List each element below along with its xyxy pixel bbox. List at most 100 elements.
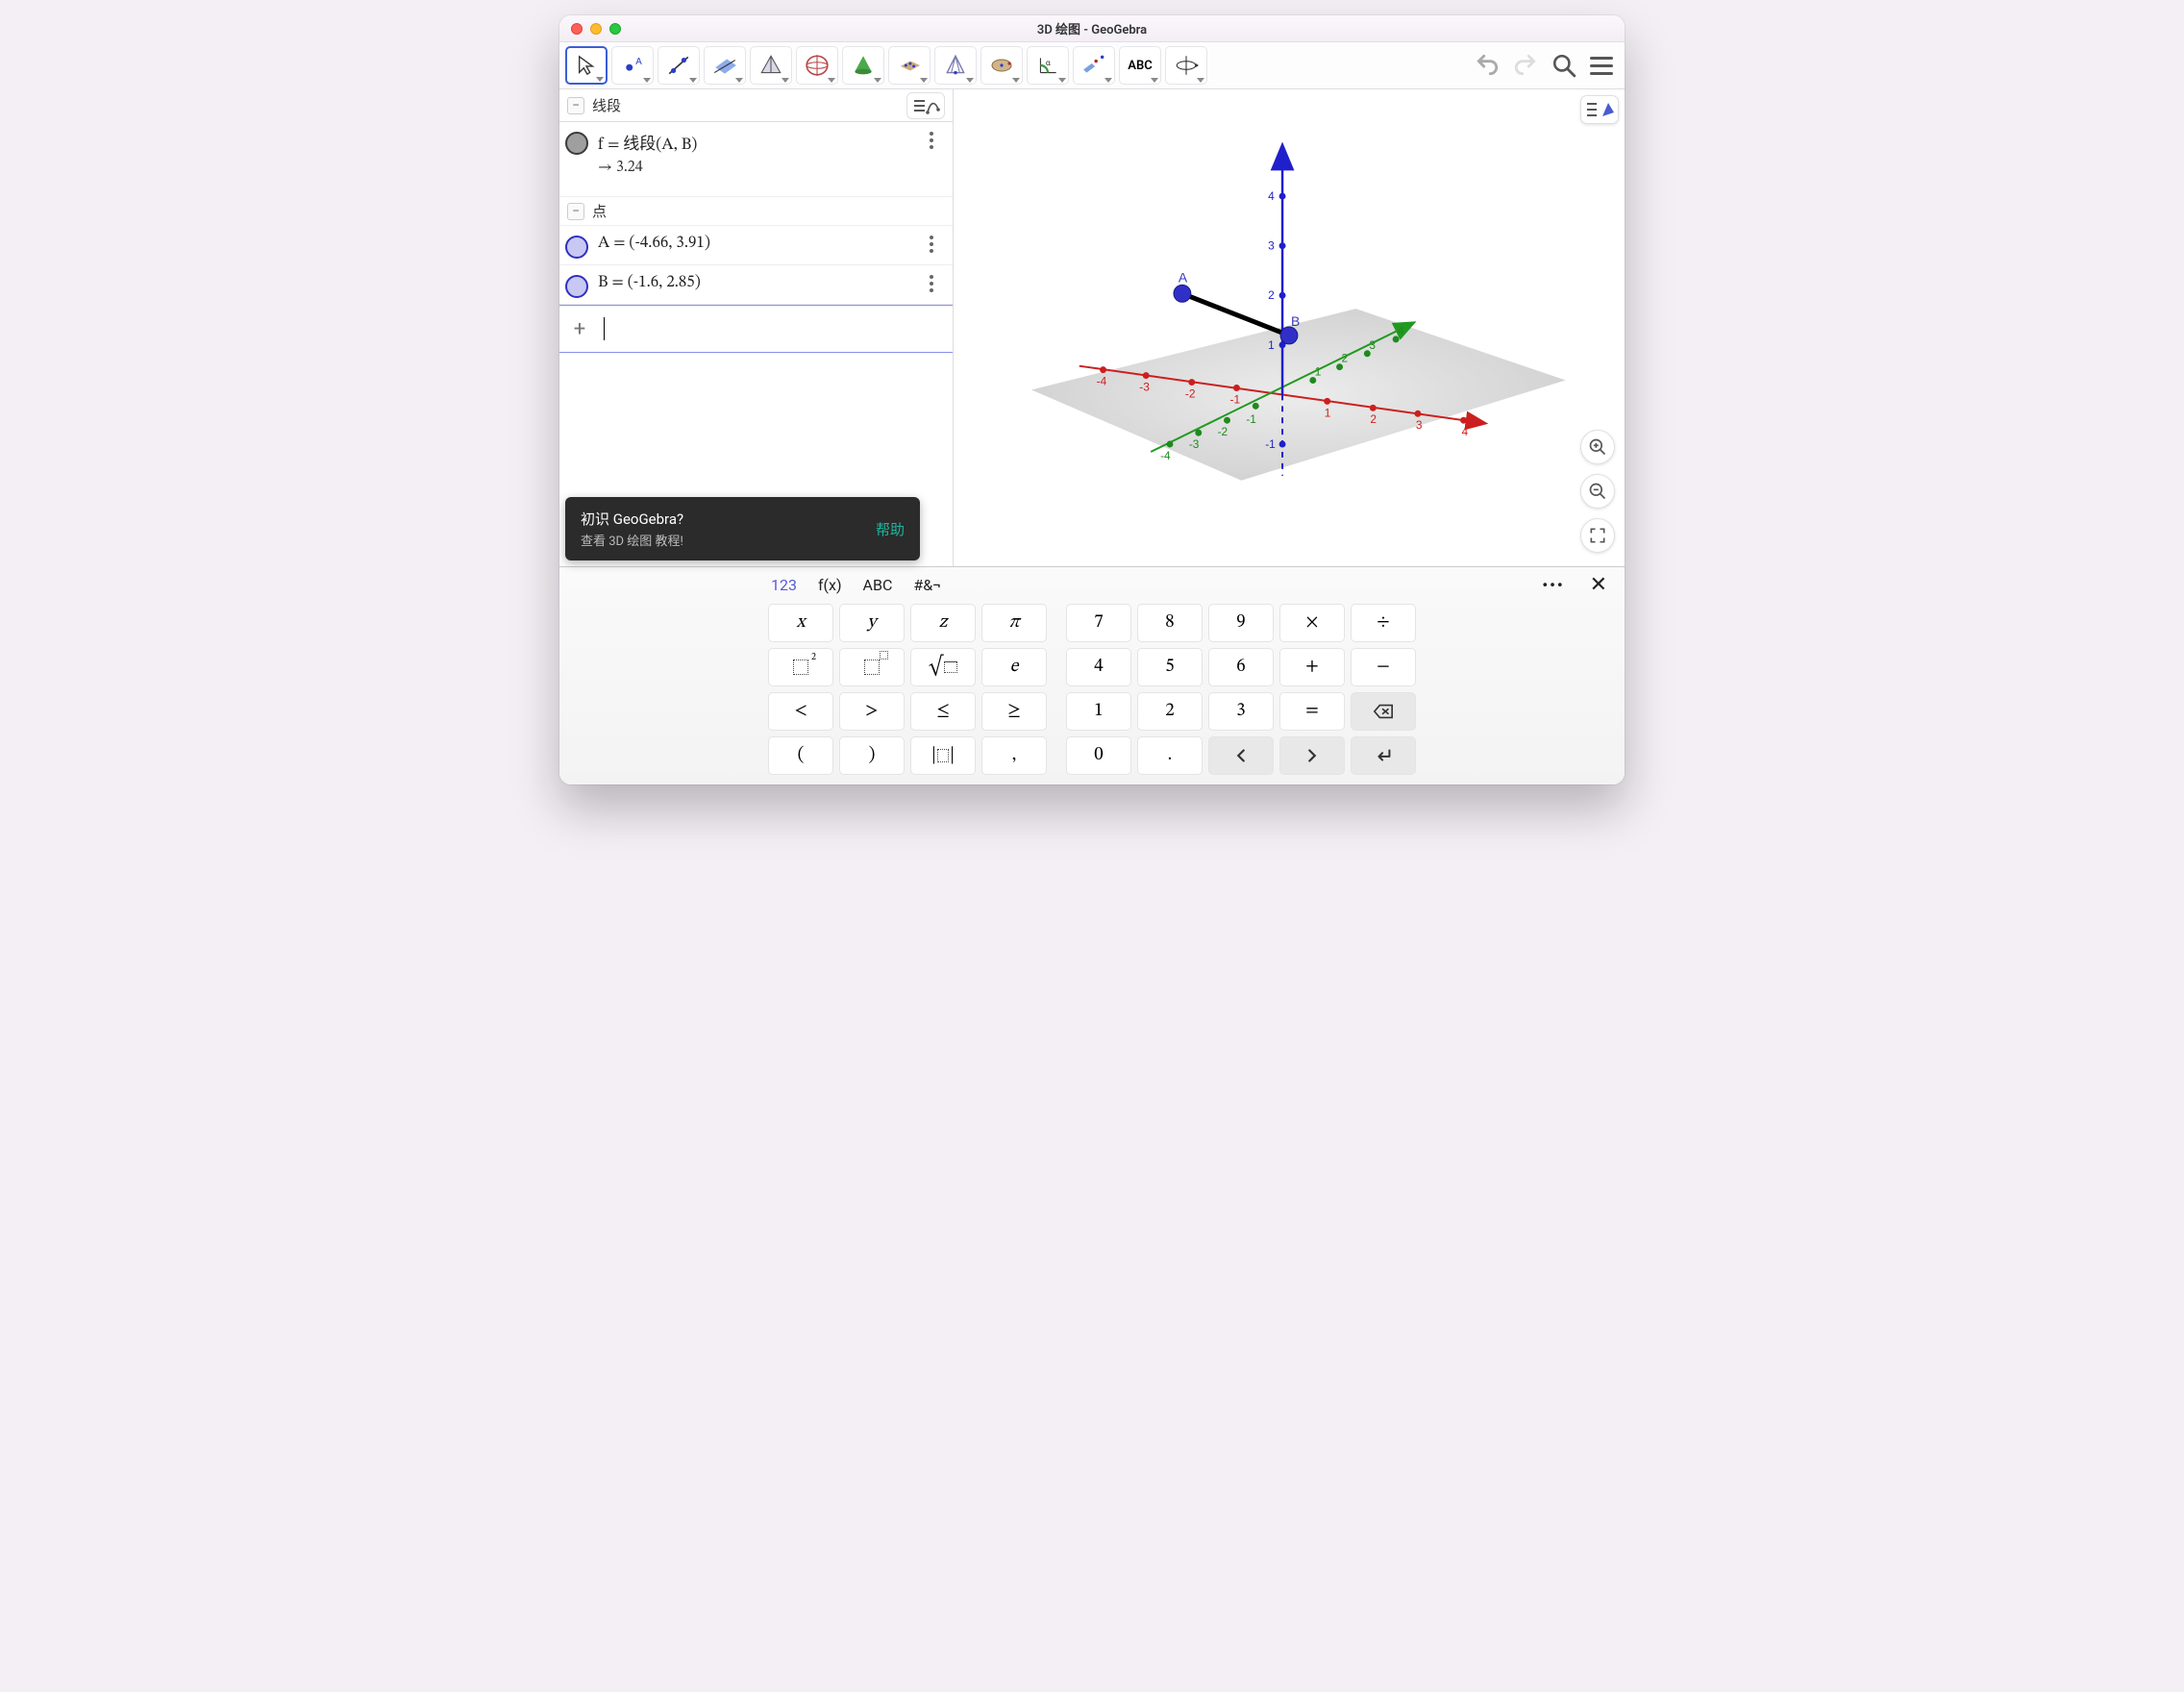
key-2[interactable]: 2	[1137, 692, 1203, 731]
close-window-button[interactable]	[571, 23, 583, 35]
zoom-window-button[interactable]	[609, 23, 621, 35]
kb-block-vars: x y z π 2 √ e < > ≤ ≥ ( ) || ,	[768, 604, 1047, 775]
add-input-icon: +	[569, 317, 590, 341]
tool-move[interactable]	[565, 46, 608, 85]
tool-reflect[interactable]	[1073, 46, 1115, 85]
algebra-sort-button[interactable]	[906, 92, 945, 119]
key-5[interactable]: 5	[1137, 648, 1203, 686]
key-4[interactable]: 4	[1066, 648, 1131, 686]
tool-circle3[interactable]	[980, 46, 1023, 85]
key-0[interactable]: 0	[1066, 736, 1131, 775]
fullscreen-button[interactable]	[1580, 518, 1615, 553]
tool-angle[interactable]: α	[1027, 46, 1069, 85]
key-gt[interactable]: >	[839, 692, 905, 731]
graphics3d-view[interactable]: -4 -3 -2 -1 1 2 3 4 -4 -3	[954, 89, 1625, 566]
key-mul[interactable]: ×	[1279, 604, 1345, 642]
kb-tab-fx[interactable]: f(x)	[818, 576, 842, 594]
algebra-view: − 线段 f = 线段(A, B) 3.24 − 点	[559, 89, 954, 566]
object-color-f[interactable]	[565, 132, 588, 155]
graphics-view-menu[interactable]	[1580, 95, 1619, 124]
key-comma[interactable]: ,	[981, 736, 1047, 775]
tool-sphere[interactable]	[796, 46, 838, 85]
item-menu-a[interactable]	[920, 232, 943, 253]
collapse-point-button[interactable]: −	[567, 203, 584, 220]
item-menu-b[interactable]	[920, 271, 943, 292]
svg-text:-4: -4	[1097, 375, 1107, 388]
key-e[interactable]: e	[981, 648, 1047, 686]
zoom-in-button[interactable]	[1580, 430, 1615, 464]
b-expression: B = (-1.6, 2.85)	[598, 273, 910, 293]
scene-svg: -4 -3 -2 -1 1 2 3 4 -4 -3	[954, 89, 1625, 566]
svg-text:4: 4	[1398, 324, 1404, 337]
svg-text:3: 3	[1268, 239, 1275, 253]
key-abs[interactable]: ||	[910, 736, 976, 775]
key-9[interactable]: 9	[1208, 604, 1274, 642]
tool-plane[interactable]	[704, 46, 746, 85]
key-lparen[interactable]: (	[768, 736, 833, 775]
object-color-a[interactable]	[565, 236, 588, 259]
input-cursor	[604, 317, 605, 340]
key-backspace[interactable]	[1351, 692, 1416, 731]
key-square[interactable]: 2	[768, 648, 833, 686]
svg-text:1: 1	[1325, 406, 1331, 419]
kb-more-button[interactable]: •••	[1542, 576, 1564, 594]
svg-text:-2: -2	[1218, 425, 1228, 438]
algebra-input-row[interactable]: +	[559, 305, 953, 353]
key-6[interactable]: 6	[1208, 648, 1274, 686]
key-dot[interactable]: .	[1137, 736, 1203, 775]
undo-button[interactable]	[1475, 53, 1500, 78]
key-1[interactable]: 1	[1066, 692, 1131, 731]
svg-text:2: 2	[1268, 288, 1275, 302]
key-8[interactable]: 8	[1137, 604, 1203, 642]
kb-tab-sym[interactable]: #&¬	[913, 576, 941, 594]
tool-rotate-view[interactable]	[1165, 46, 1207, 85]
promo-help-link[interactable]: 帮助	[876, 519, 905, 539]
view-controls	[1580, 430, 1615, 553]
tool-pyramid[interactable]	[750, 46, 792, 85]
svg-text:α: α	[1046, 59, 1051, 68]
key-sqrt[interactable]: √	[910, 648, 976, 686]
kb-close-button[interactable]: ✕	[1586, 573, 1611, 597]
key-power[interactable]	[839, 648, 905, 686]
tool-text[interactable]: ABC	[1119, 46, 1161, 85]
key-lt[interactable]: <	[768, 692, 833, 731]
key-le[interactable]: ≤	[910, 692, 976, 731]
key-7[interactable]: 7	[1066, 604, 1131, 642]
algebra-item-a[interactable]: A = (-4.66, 3.91)	[559, 226, 953, 265]
key-plus[interactable]: +	[1279, 648, 1345, 686]
minimize-window-button[interactable]	[590, 23, 602, 35]
search-button[interactable]	[1551, 53, 1576, 78]
f-value: 3.24	[598, 158, 910, 177]
tool-line[interactable]	[658, 46, 700, 85]
collapse-segment-button[interactable]: −	[567, 97, 584, 114]
toolbar: A	[559, 42, 1625, 89]
key-z[interactable]: z	[910, 604, 976, 642]
redo-button[interactable]	[1513, 53, 1538, 78]
key-x[interactable]: x	[768, 604, 833, 642]
kb-tab-abc[interactable]: ABC	[863, 576, 893, 594]
key-pi[interactable]: π	[981, 604, 1047, 642]
key-left[interactable]	[1208, 736, 1274, 775]
key-rparen[interactable]: )	[839, 736, 905, 775]
key-3[interactable]: 3	[1208, 692, 1274, 731]
key-div[interactable]: ÷	[1351, 604, 1416, 642]
item-menu-f[interactable]	[920, 128, 943, 149]
key-eq[interactable]: =	[1279, 692, 1345, 731]
algebra-item-b[interactable]: B = (-1.6, 2.85)	[559, 265, 953, 305]
tutorial-promo: 初识 GeoGebra? 查看 3D 绘图 教程! 帮助	[565, 497, 920, 560]
object-color-b[interactable]	[565, 275, 588, 298]
algebra-item-f[interactable]: f = 线段(A, B) 3.24	[559, 122, 953, 197]
key-ge[interactable]: ≥	[981, 692, 1047, 731]
tool-cone[interactable]	[842, 46, 884, 85]
key-enter[interactable]	[1351, 736, 1416, 775]
tool-point[interactable]: A	[611, 46, 654, 85]
key-right[interactable]	[1279, 736, 1345, 775]
zoom-out-button[interactable]	[1580, 474, 1615, 509]
tool-intersect[interactable]	[888, 46, 931, 85]
kb-tab-123[interactable]: 123	[771, 576, 797, 594]
tool-net3d[interactable]	[934, 46, 977, 85]
menu-button[interactable]	[1590, 57, 1613, 75]
key-minus[interactable]: −	[1351, 648, 1416, 686]
key-y[interactable]: y	[839, 604, 905, 642]
window-controls	[571, 23, 621, 35]
